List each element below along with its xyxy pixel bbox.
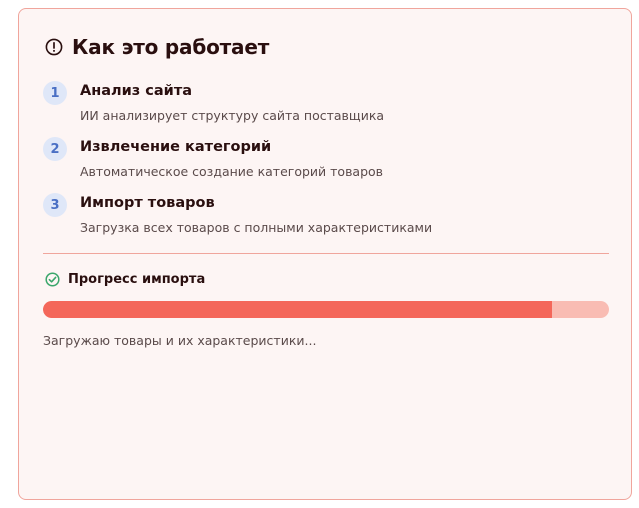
step-number-badge: 2 <box>43 137 67 161</box>
steps-list: 1 Анализ сайта ИИ анализирует структуру … <box>43 81 603 249</box>
step-title: Импорт товаров <box>80 195 215 211</box>
step-title: Извлечение категорий <box>80 139 272 155</box>
step-description: ИИ анализирует структуру сайта поставщик… <box>80 108 385 123</box>
step-title: Анализ сайта <box>80 83 193 99</box>
alert-circle-icon <box>45 38 63 56</box>
progress-status-text: Загружаю товары и их характеристики... <box>43 333 317 348</box>
import-progress-bar <box>43 301 609 318</box>
progress-header: Прогресс импорта <box>45 272 205 287</box>
progress-bar-fill <box>43 301 553 318</box>
how-it-works-card: Как это работает 1 Анализ сайта ИИ анали… <box>18 8 632 500</box>
step-item: 3 Импорт товаров Загрузка всех товаров с… <box>43 193 603 249</box>
step-description: Загрузка всех товаров с полными характер… <box>80 220 433 235</box>
step-item: 2 Извлечение категорий Автоматическое со… <box>43 137 603 193</box>
step-description: Автоматическое создание категорий товаро… <box>80 164 384 179</box>
card-title: Как это работает <box>72 35 270 59</box>
step-number-badge: 1 <box>43 81 67 105</box>
step-number-badge: 3 <box>43 193 67 217</box>
card-header: Как это работает <box>45 35 269 59</box>
step-item: 1 Анализ сайта ИИ анализирует структуру … <box>43 81 603 137</box>
check-circle-icon <box>45 272 60 287</box>
section-divider <box>43 253 609 254</box>
progress-label: Прогресс импорта <box>68 272 206 287</box>
